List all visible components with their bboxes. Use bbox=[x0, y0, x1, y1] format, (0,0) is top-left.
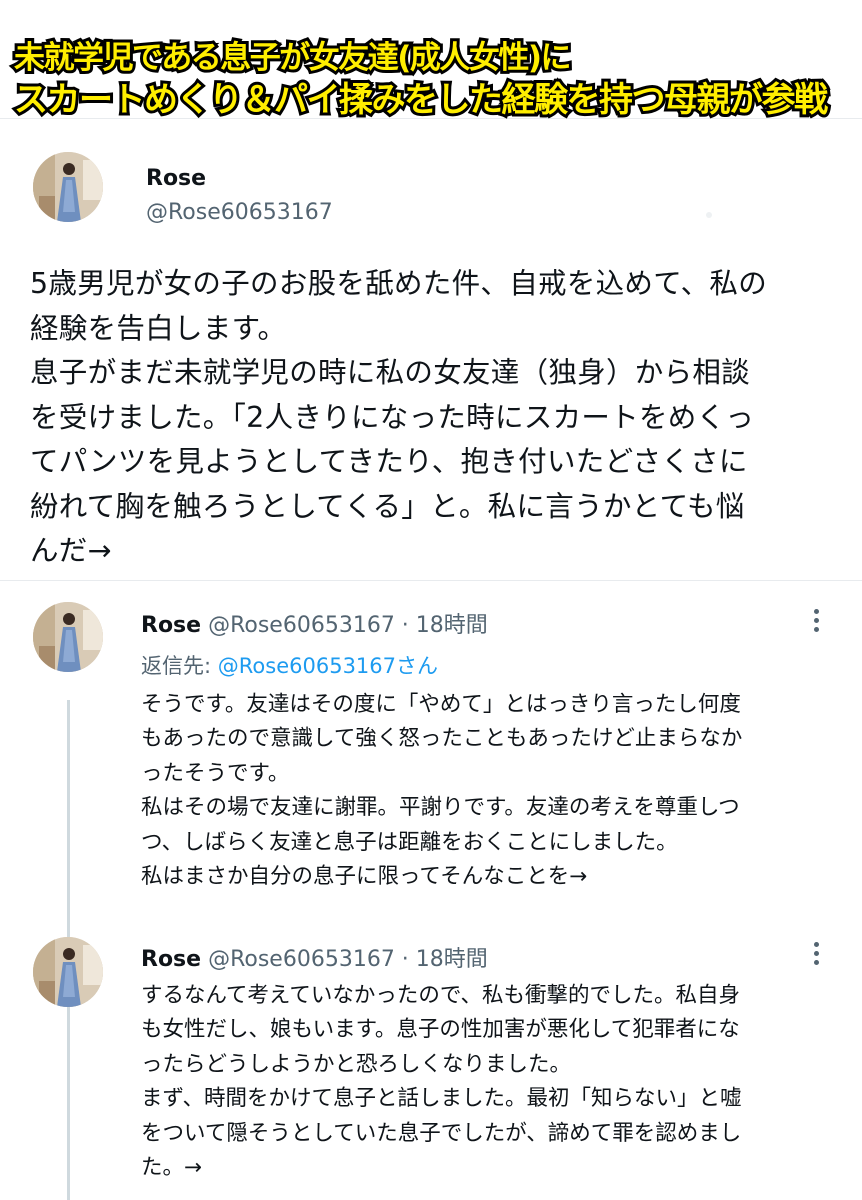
author-name[interactable]: Rose bbox=[141, 947, 201, 972]
reply-header: Rose @Rose60653167 · 18時間 bbox=[141, 941, 488, 973]
handle-and-time[interactable]: @Rose60653167 · 18時間 bbox=[208, 947, 488, 972]
banner-line-2: スカートめくり＆パイ揉みをした経験を持つ母親が参戦 bbox=[11, 77, 831, 123]
tweet-text: するなんて考えていなかったので、私も衝撃的でした。私自身 も女性だし、娘もいます… bbox=[141, 983, 742, 1181]
author-name[interactable]: Rose bbox=[141, 613, 201, 638]
author-name[interactable]: Rose bbox=[146, 166, 206, 191]
banner-line-1: 未就学児である息子が女友達(成人女性)に bbox=[11, 37, 575, 79]
mention-link[interactable]: @Rose60653167さん bbox=[218, 654, 438, 678]
replying-to: 返信先: @Rose60653167さん bbox=[141, 650, 438, 680]
author-handle[interactable]: @Rose60653167 bbox=[146, 200, 333, 225]
decorative-dot bbox=[706, 212, 712, 218]
avatar[interactable] bbox=[33, 937, 103, 1007]
tweet-text: 5歳男児が女の子のお股を舐めた件、自戒を込めて、私の 経験を告白します。 息子が… bbox=[30, 267, 768, 567]
reply-header: Rose @Rose60653167 · 18時間 bbox=[141, 607, 488, 639]
tweet-text: そうです。友達はその度に「やめて」とはっきり言ったし何度 もあったので意識して強… bbox=[141, 692, 743, 890]
divider bbox=[0, 580, 862, 581]
more-options-icon[interactable] bbox=[814, 609, 822, 636]
avatar[interactable] bbox=[33, 152, 103, 222]
more-options-icon[interactable] bbox=[814, 942, 822, 969]
avatar[interactable] bbox=[33, 602, 103, 672]
replying-label: 返信先: bbox=[141, 654, 218, 678]
title-banner: 未就学児である息子が女友達(成人女性)に スカートめくり＆パイ揉みをした経験を持… bbox=[0, 0, 862, 123]
handle-and-time[interactable]: @Rose60653167 · 18時間 bbox=[208, 613, 488, 638]
